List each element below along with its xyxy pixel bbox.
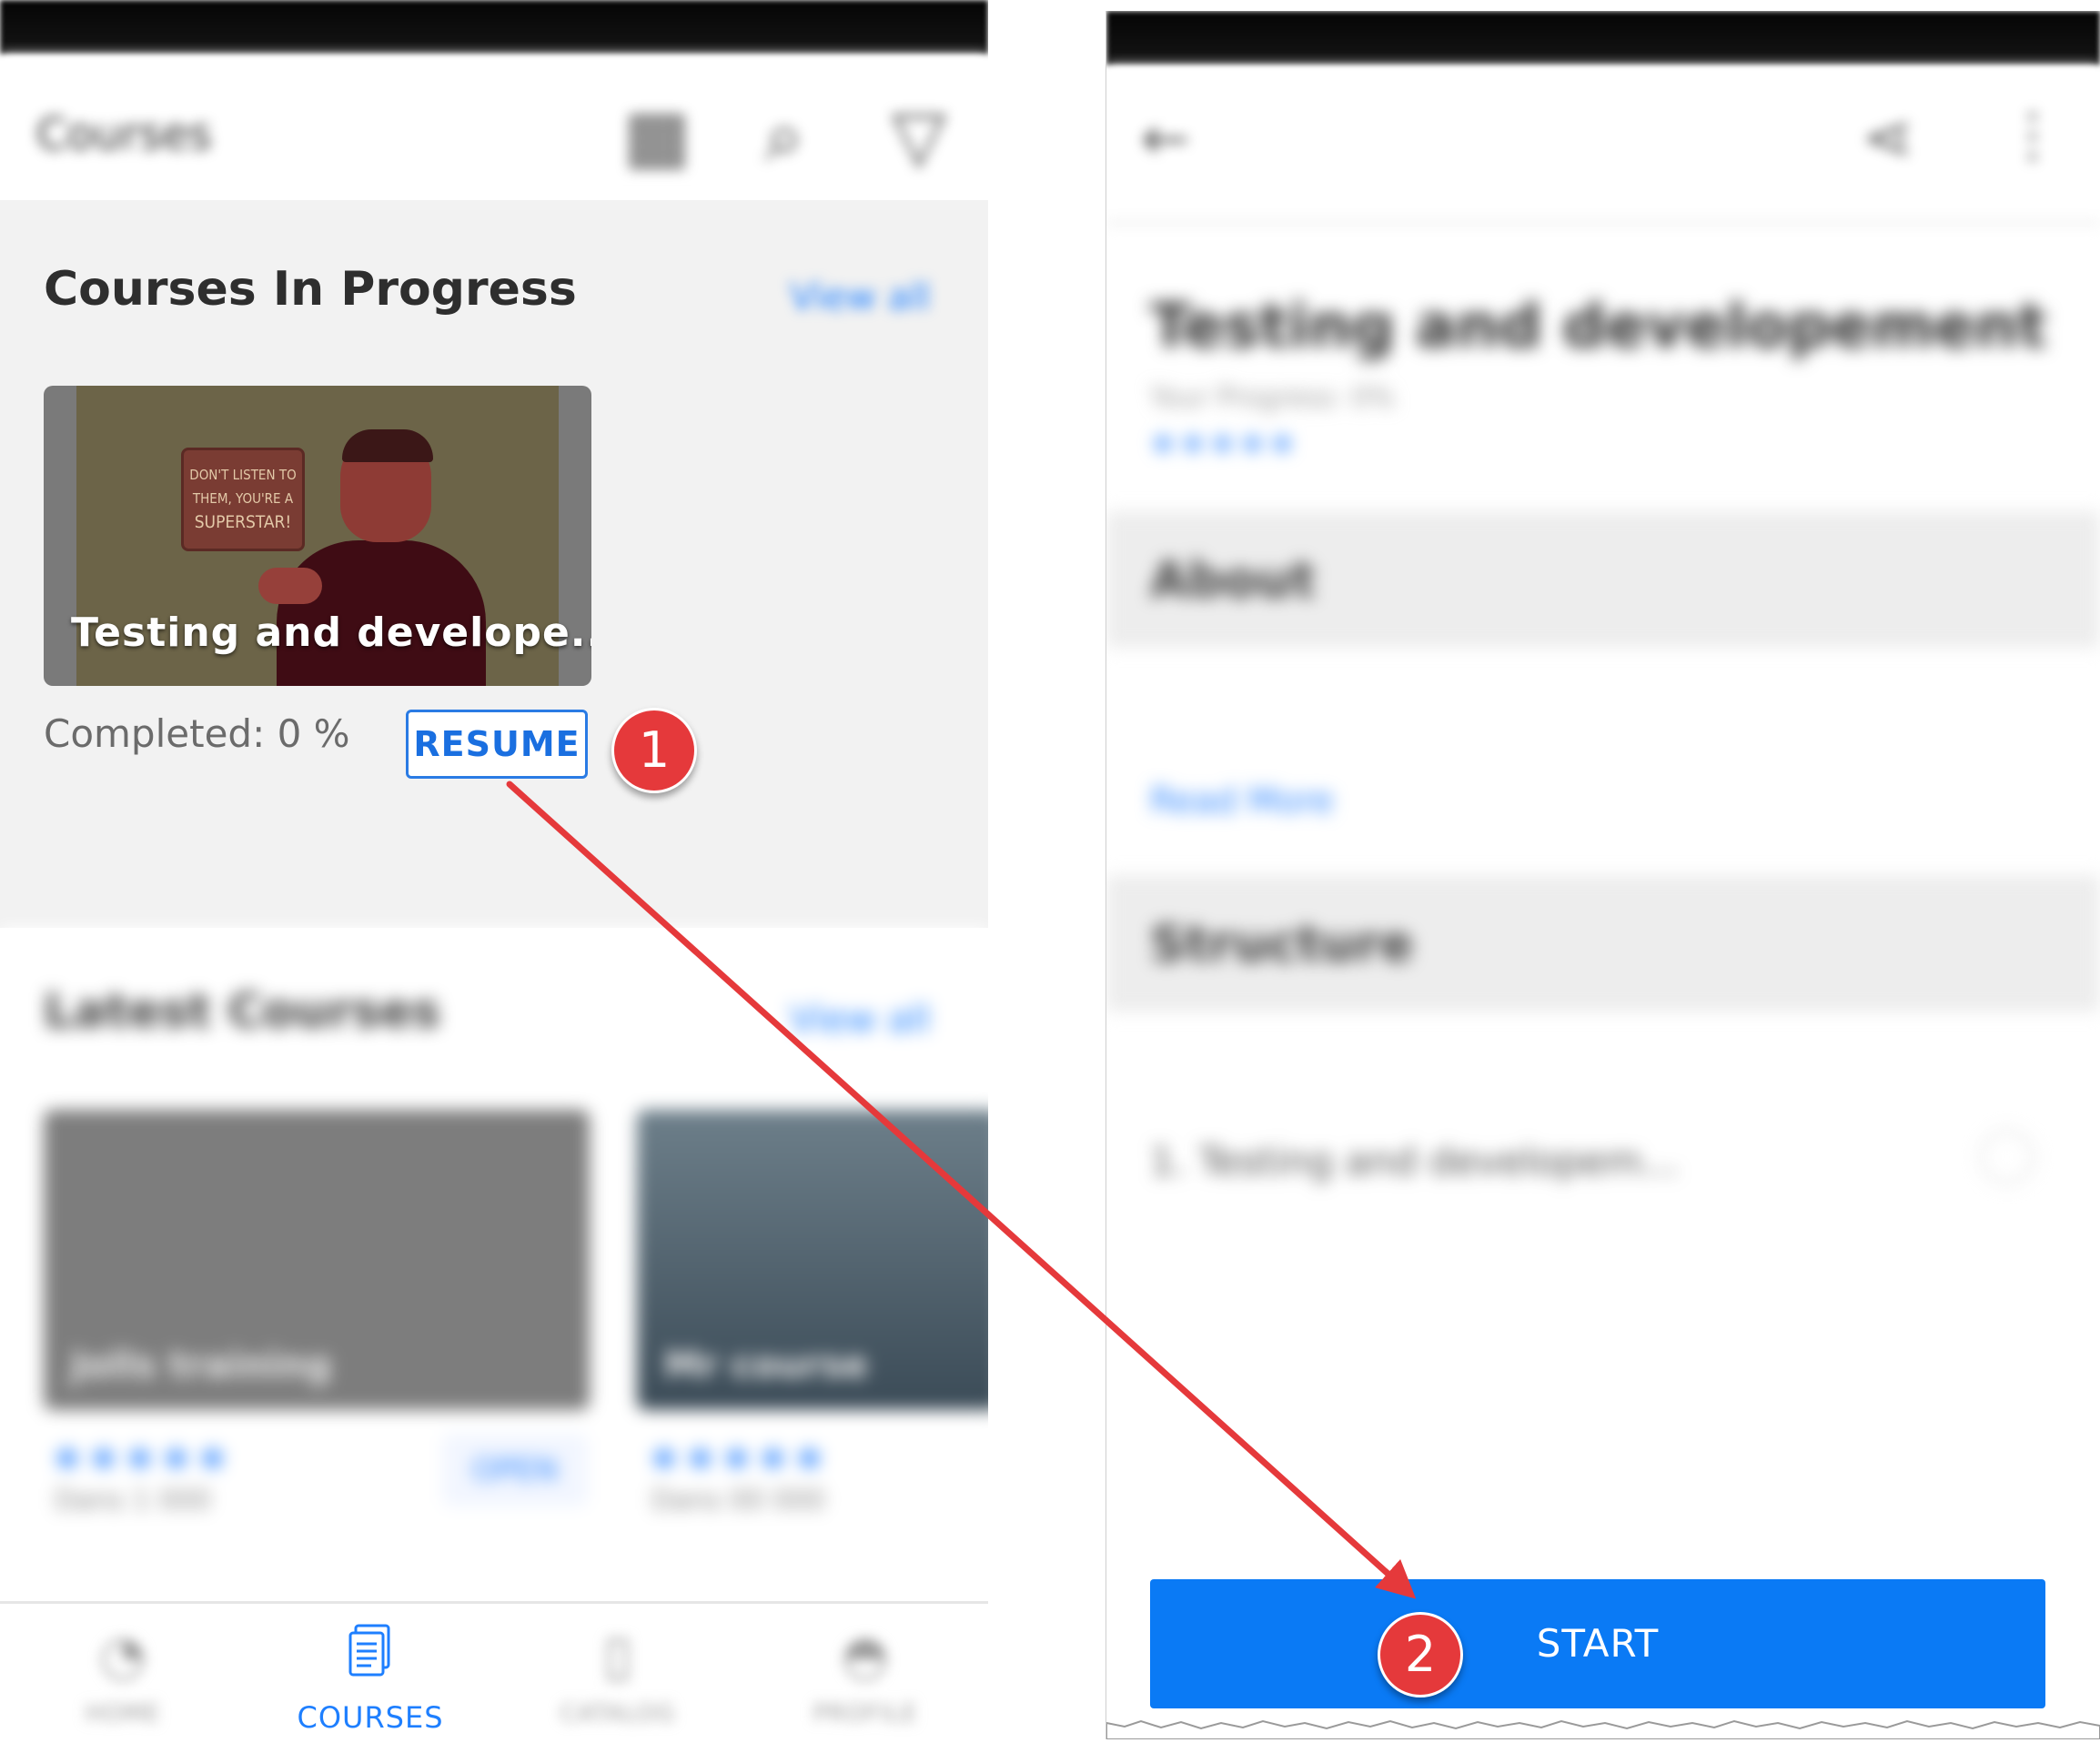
app-bar: Courses ▦ ⌕ ▽ bbox=[0, 55, 988, 200]
course-card-title: Mr course bbox=[664, 1345, 868, 1386]
back-arrow-icon[interactable]: ← bbox=[1141, 106, 1190, 173]
about-section-header: About bbox=[1106, 511, 2100, 648]
latest-courses-section: Latest Courses View all Jolls training M… bbox=[0, 928, 988, 1601]
filter-icon[interactable]: ▽ bbox=[881, 98, 957, 175]
grid-view-icon[interactable]: ▦ bbox=[619, 98, 695, 175]
app-bar-title: Courses bbox=[36, 109, 212, 160]
nav-item-label: CATALOG bbox=[560, 1700, 676, 1728]
section-title-latest: Latest Courses bbox=[44, 984, 440, 1039]
read-more-link[interactable]: Read More bbox=[1150, 781, 1334, 821]
course-progress-text: Your Progress: 0% bbox=[1150, 382, 1395, 414]
chevron-right-icon bbox=[1980, 1130, 2034, 1184]
rating-stars: ★★★★★ bbox=[648, 1437, 830, 1479]
rating-stars: ★★★★★ bbox=[1150, 426, 1299, 460]
search-icon[interactable]: ⌕ bbox=[746, 98, 823, 175]
courses-in-progress-section: Courses In Progress View all DON'T LISTE… bbox=[0, 200, 988, 928]
resume-button[interactable]: RESUME bbox=[406, 710, 588, 779]
about-label: About bbox=[1150, 551, 1316, 609]
document-icon bbox=[247, 1624, 493, 1690]
structure-section-header: Structure bbox=[1106, 875, 2100, 1012]
speech-sign-illustration: DON'T LISTEN TO THEM, YOU'RE A SUPERSTAR… bbox=[181, 448, 305, 551]
status-bar bbox=[1106, 11, 2100, 65]
nav-item-courses[interactable]: COURSES bbox=[247, 1604, 493, 1763]
view-all-in-progress-link[interactable]: View all bbox=[790, 277, 930, 318]
share-icon[interactable]: ⋖ bbox=[1862, 102, 1913, 174]
detail-footer: START bbox=[1106, 1532, 2100, 1739]
start-button[interactable]: START bbox=[1150, 1579, 2045, 1708]
courses-screen: Courses ▦ ⌕ ▽ Courses In Progress View a… bbox=[0, 0, 988, 1763]
section-title-in-progress: Courses In Progress bbox=[44, 262, 577, 317]
man-hair-illustration bbox=[342, 429, 433, 462]
course-title: Testing and developement bbox=[1150, 291, 2047, 361]
more-options-icon[interactable]: ⋮ bbox=[2004, 102, 2062, 169]
nav-item-label: COURSES bbox=[297, 1700, 444, 1735]
course-card-in-progress[interactable]: DON'T LISTEN TO THEM, YOU'RE A SUPERSTAR… bbox=[44, 386, 591, 686]
nav-item-home[interactable]: ◔ HOME bbox=[0, 1604, 246, 1763]
bottom-navigation: ◔ HOME COURSES ▯ CATALOG ◓ PROFILE bbox=[0, 1601, 988, 1763]
step-2-badge: 2 bbox=[1378, 1612, 1463, 1698]
status-bar bbox=[0, 0, 988, 55]
profile-icon: ◓ bbox=[841, 1624, 890, 1687]
home-icon: ◔ bbox=[98, 1624, 147, 1687]
completed-progress-text: Completed: 0 % bbox=[44, 711, 350, 756]
nav-item-profile[interactable]: ◓ PROFILE bbox=[742, 1604, 988, 1763]
pointing-hand-illustration bbox=[258, 568, 322, 604]
course-card-latest[interactable]: Mr course bbox=[637, 1110, 988, 1410]
nav-item-catalog[interactable]: ▯ CATALOG bbox=[495, 1604, 741, 1763]
catalog-icon: ▯ bbox=[602, 1624, 633, 1687]
torn-edge-decoration bbox=[1106, 1719, 2100, 1739]
open-course-button[interactable]: OPEN bbox=[442, 1434, 588, 1506]
course-card-title: Jolls training bbox=[71, 1345, 332, 1386]
nav-item-label: HOME bbox=[85, 1700, 161, 1728]
structure-label: Structure bbox=[1150, 915, 1414, 972]
course-meta: Dans 1 000 bbox=[55, 1485, 211, 1516]
view-all-latest-link[interactable]: View all bbox=[790, 999, 930, 1041]
course-detail-screen: ← ⋖ ⋮ Testing and developement Your Prog… bbox=[1106, 11, 2100, 1739]
course-meta: Dans 00 000 bbox=[651, 1485, 825, 1516]
course-card-title: Testing and develope... bbox=[71, 609, 591, 656]
rating-stars: ★★★★★ bbox=[51, 1437, 233, 1479]
nav-item-label: PROFILE bbox=[813, 1700, 918, 1728]
structure-item[interactable]: 1. Testing and developem... bbox=[1150, 1139, 1679, 1184]
course-card-latest[interactable]: Jolls training bbox=[44, 1110, 590, 1410]
step-1-badge: 1 bbox=[611, 708, 697, 793]
app-bar: ← ⋖ ⋮ bbox=[1106, 65, 2100, 226]
